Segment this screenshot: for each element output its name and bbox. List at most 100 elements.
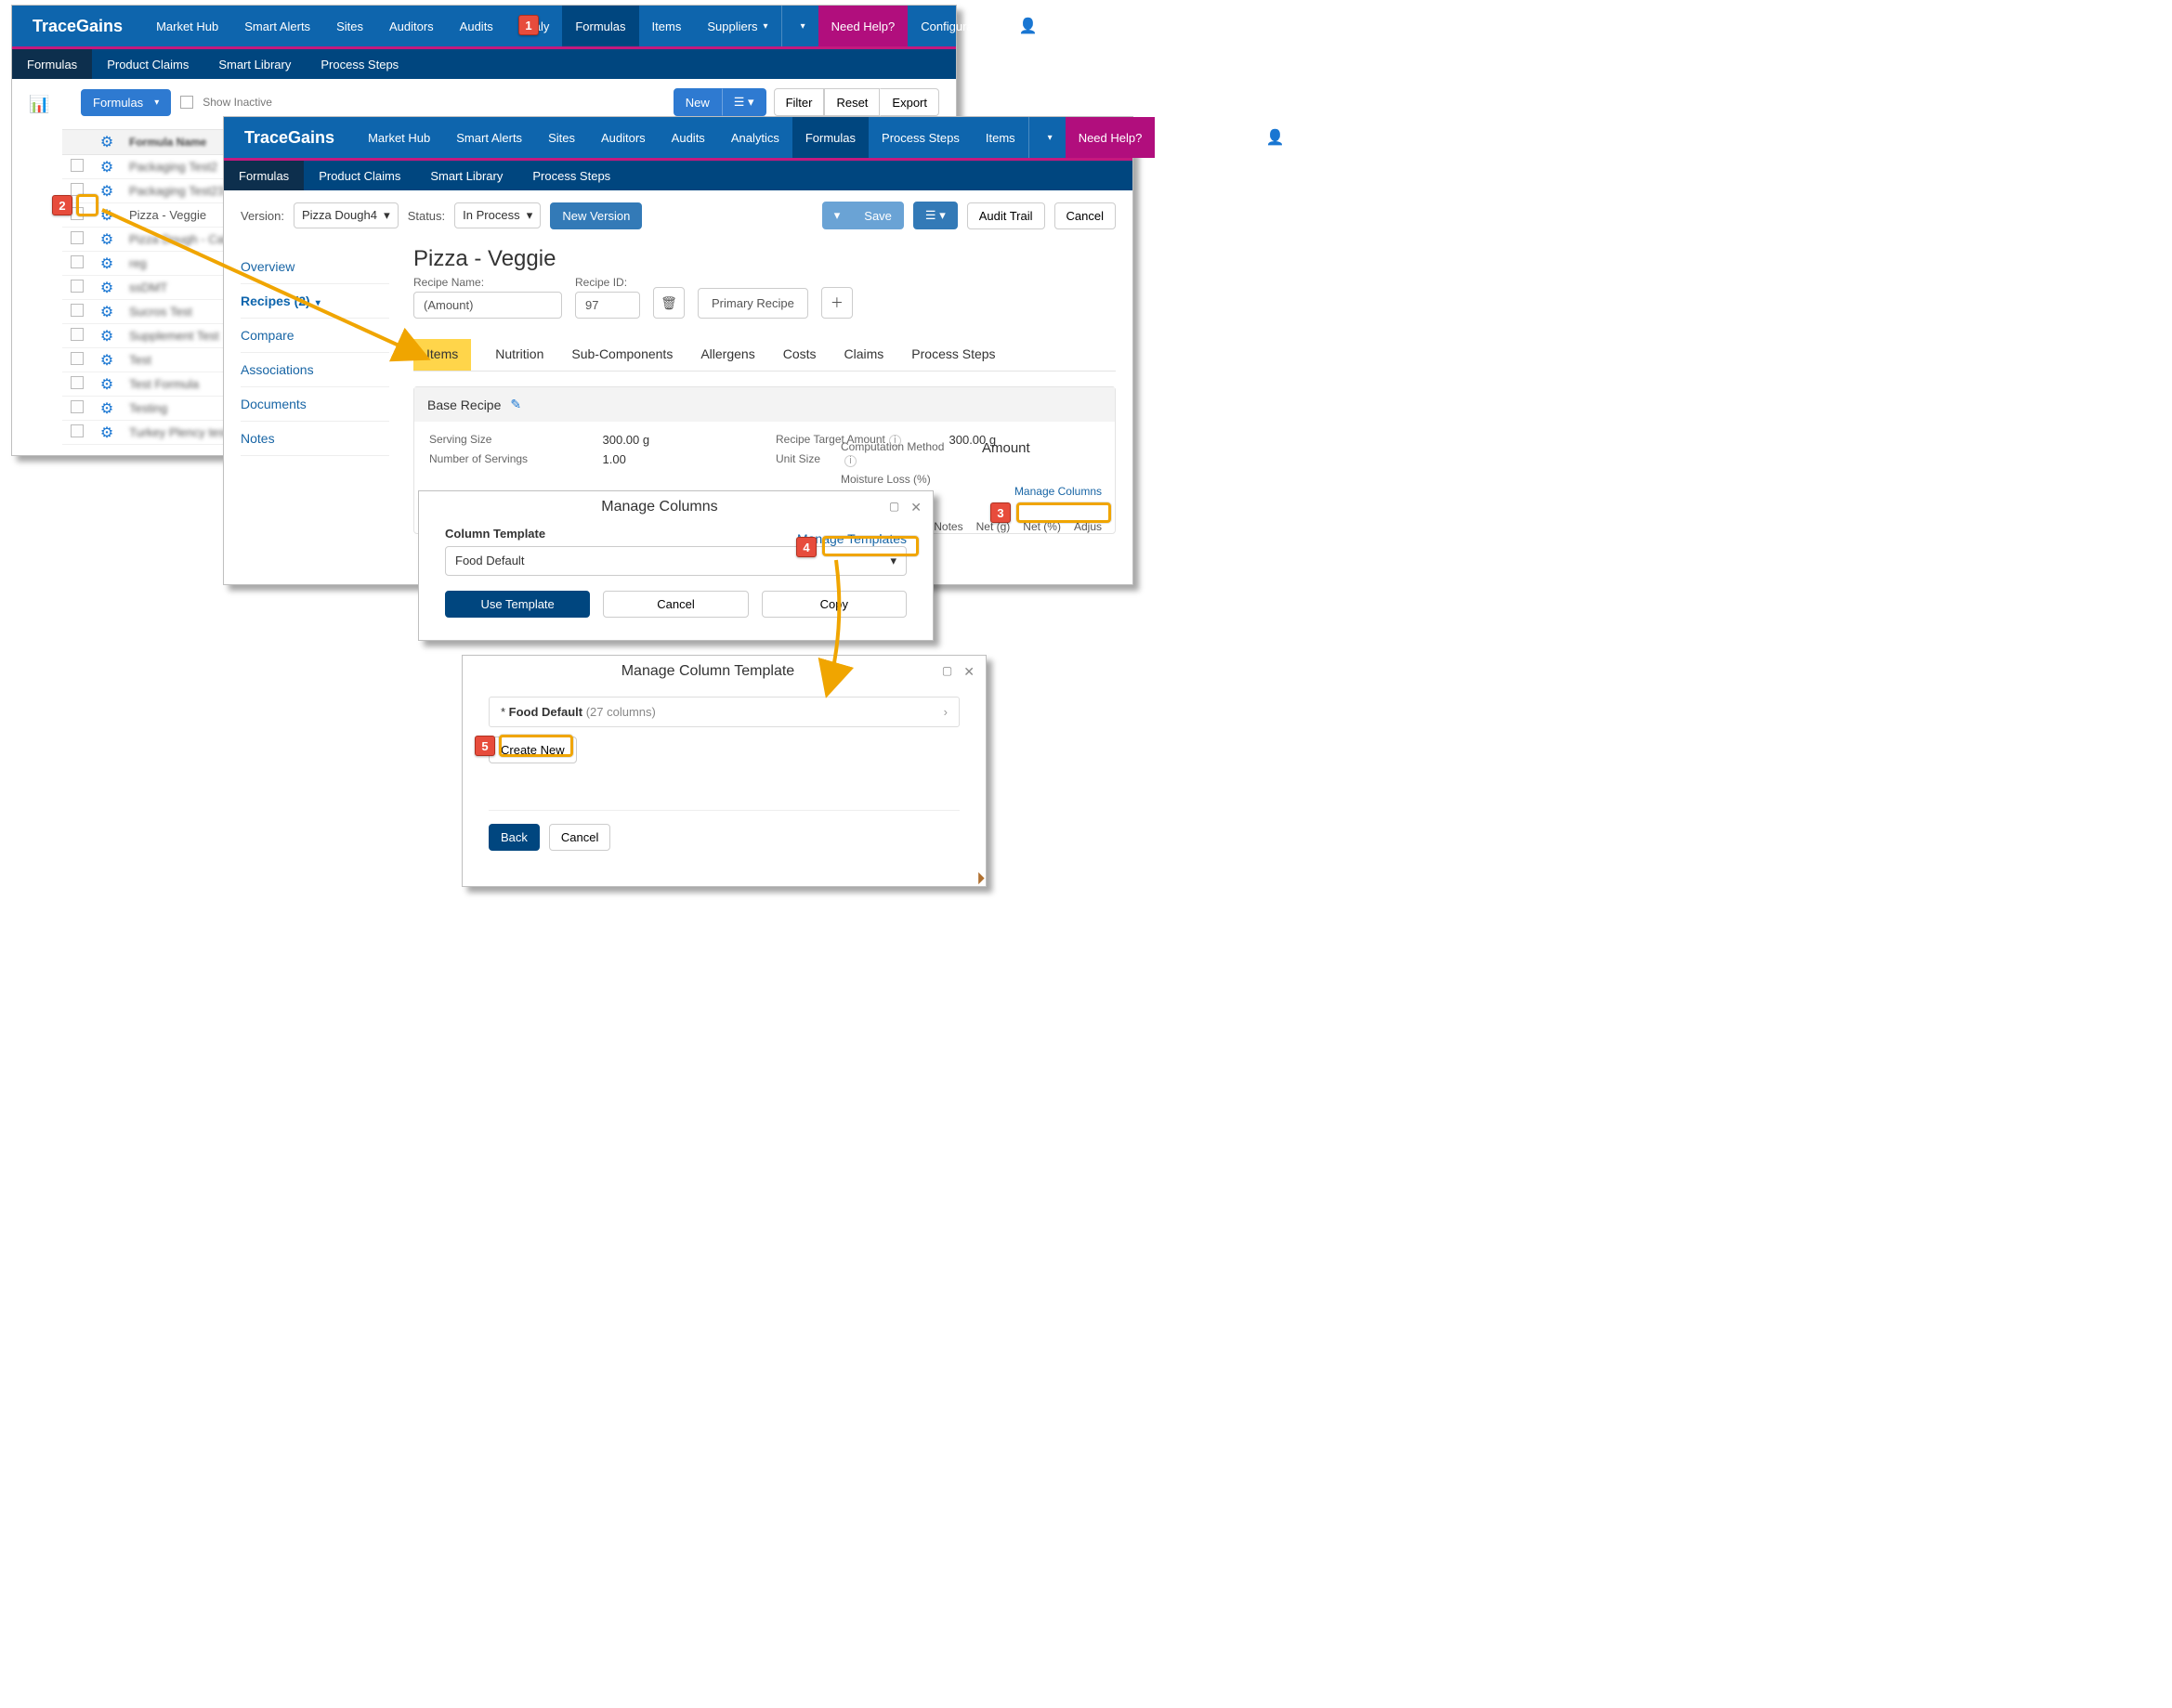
save-dropdown-toggle[interactable]: ▾ xyxy=(822,202,853,229)
nav-b-overflow[interactable] xyxy=(1028,117,1066,158)
resize-handle-icon[interactable]: ◢ xyxy=(970,870,985,885)
cancel-button-d[interactable]: Cancel xyxy=(549,824,610,851)
tab-claims[interactable]: Claims xyxy=(841,339,888,371)
side-notes[interactable]: Notes xyxy=(241,422,389,456)
close-icon[interactable]: ✕ xyxy=(910,500,922,515)
recipe-id-input[interactable]: 97 xyxy=(575,292,640,319)
subnav-b-1[interactable]: Product Claims xyxy=(304,161,415,190)
reset-button[interactable]: Reset xyxy=(824,88,880,116)
back-button[interactable]: Back xyxy=(489,824,540,851)
gear-icon[interactable]: ⚙ xyxy=(100,208,113,224)
add-recipe-button[interactable]: ＋ xyxy=(821,287,853,319)
tab-costs[interactable]: Costs xyxy=(779,339,820,371)
gear-icon[interactable]: ⚙ xyxy=(100,232,113,248)
template-row[interactable]: * Food Default (27 columns) › xyxy=(489,697,960,727)
nav-b-3[interactable]: Auditors xyxy=(588,117,659,158)
recipe-name-input[interactable]: (Amount) xyxy=(413,292,562,319)
nav-a-0[interactable]: Market Hub xyxy=(143,6,231,46)
maximize-icon[interactable]: ▢ xyxy=(889,500,899,515)
subnav-b-0[interactable]: Formulas xyxy=(224,161,304,190)
row-checkbox[interactable] xyxy=(71,424,84,437)
tab-allergens[interactable]: Allergens xyxy=(697,339,758,371)
template-select[interactable]: Food Default▾ xyxy=(445,546,907,576)
row-checkbox[interactable] xyxy=(71,207,84,220)
user-icon-b[interactable]: 👤 xyxy=(1253,117,1298,158)
cancel-button-c[interactable]: Cancel xyxy=(603,591,748,618)
subnav-b-3[interactable]: Process Steps xyxy=(517,161,625,190)
row-checkbox[interactable] xyxy=(71,280,84,293)
gear-icon[interactable]: ⚙ xyxy=(100,329,113,345)
nav-config-b[interactable]: Configuration xyxy=(1155,117,1252,158)
side-recipes[interactable]: Recipes (2) xyxy=(241,284,389,319)
nav-config-a[interactable]: Configuration xyxy=(908,6,1005,46)
tab-process-steps[interactable]: Process Steps xyxy=(908,339,999,371)
row-checkbox[interactable] xyxy=(71,255,84,268)
maximize-icon-d[interactable]: ▢ xyxy=(942,664,952,680)
gear-icon[interactable]: ⚙ xyxy=(100,353,113,369)
gear-icon[interactable]: ⚙ xyxy=(100,280,113,296)
row-checkbox[interactable] xyxy=(71,328,84,341)
row-checkbox[interactable] xyxy=(71,183,84,196)
nav-b-0[interactable]: Market Hub xyxy=(355,117,443,158)
manage-columns-link[interactable]: Manage Columns xyxy=(1014,485,1102,498)
cancel-button-b[interactable]: Cancel xyxy=(1054,202,1116,229)
use-template-button[interactable]: Use Template xyxy=(445,591,590,618)
side-associations[interactable]: Associations xyxy=(241,353,389,387)
info-icon-2[interactable]: i xyxy=(844,455,857,467)
row-checkbox[interactable] xyxy=(71,231,84,244)
status-select[interactable]: In Process ▾ xyxy=(454,202,541,228)
nav-b-1[interactable]: Smart Alerts xyxy=(443,117,535,158)
copy-button[interactable]: Copy xyxy=(762,591,907,618)
gear-icon[interactable]: ⚙ xyxy=(100,184,113,200)
nav-b-8[interactable]: Items xyxy=(973,117,1028,158)
version-select[interactable]: Pizza Dough4 ▾ xyxy=(294,202,399,228)
column-header-name[interactable]: Formula Name xyxy=(122,136,206,149)
nav-b-6[interactable]: Formulas xyxy=(792,117,869,158)
filter-button[interactable]: Filter xyxy=(774,88,825,116)
tab-items[interactable]: Items xyxy=(413,339,471,371)
row-checkbox[interactable] xyxy=(71,159,84,172)
subnav-a-3[interactable]: Process Steps xyxy=(306,49,413,79)
nav-a-1[interactable]: Smart Alerts xyxy=(231,6,323,46)
gear-icon[interactable]: ⚙ xyxy=(100,377,113,393)
edit-icon[interactable]: ✎ xyxy=(510,397,521,412)
row-checkbox[interactable] xyxy=(71,376,84,389)
formulas-dropdown[interactable]: Formulas xyxy=(81,89,171,116)
nav-b-5[interactable]: Analytics xyxy=(718,117,792,158)
delete-recipe-button[interactable]: 🗑 xyxy=(653,287,685,319)
nav-a-overflow[interactable] xyxy=(781,6,818,46)
side-overview[interactable]: Overview xyxy=(241,250,389,284)
nav-help-b[interactable]: Need Help? xyxy=(1066,117,1156,158)
nav-b-4[interactable]: Audits xyxy=(659,117,718,158)
show-inactive-checkbox[interactable] xyxy=(180,96,193,109)
gear-icon[interactable]: ⚙ xyxy=(100,256,113,272)
subnav-a-2[interactable]: Smart Library xyxy=(203,49,306,79)
nav-a-8[interactable]: Suppliers xyxy=(694,6,780,46)
new-button[interactable]: New xyxy=(674,88,722,116)
nav-a-3[interactable]: Auditors xyxy=(376,6,447,46)
nav-b-7[interactable]: Process Steps xyxy=(869,117,973,158)
row-checkbox[interactable] xyxy=(71,352,84,365)
tab-nutrition[interactable]: Nutrition xyxy=(491,339,547,371)
tab-subcomponents[interactable]: Sub-Components xyxy=(568,339,676,371)
gear-icon[interactable]: ⚙ xyxy=(100,425,113,441)
row-checkbox[interactable] xyxy=(71,400,84,413)
list-menu-button[interactable]: ☰ ▾ xyxy=(913,202,958,229)
subnav-b-2[interactable]: Smart Library xyxy=(415,161,517,190)
close-icon-d[interactable]: ✕ xyxy=(963,664,975,680)
nav-a-2[interactable]: Sites xyxy=(323,6,376,46)
row-checkbox[interactable] xyxy=(71,304,84,317)
nav-a-6[interactable]: Formulas xyxy=(562,6,638,46)
audit-trail-button[interactable]: Audit Trail xyxy=(967,202,1045,229)
create-new-button[interactable]: Create New xyxy=(489,737,577,763)
new-version-button[interactable]: New Version xyxy=(550,202,642,229)
side-compare[interactable]: Compare xyxy=(241,319,389,353)
new-menu-button[interactable]: ☰ ▾ xyxy=(722,88,766,116)
subnav-a-1[interactable]: Product Claims xyxy=(92,49,203,79)
nav-help-a[interactable]: Need Help? xyxy=(818,6,909,46)
nav-a-7[interactable]: Items xyxy=(639,6,695,46)
gear-icon[interactable]: ⚙ xyxy=(100,160,113,176)
nav-b-2[interactable]: Sites xyxy=(535,117,588,158)
side-documents[interactable]: Documents xyxy=(241,387,389,422)
user-icon-a[interactable]: 👤 xyxy=(1006,6,1051,46)
